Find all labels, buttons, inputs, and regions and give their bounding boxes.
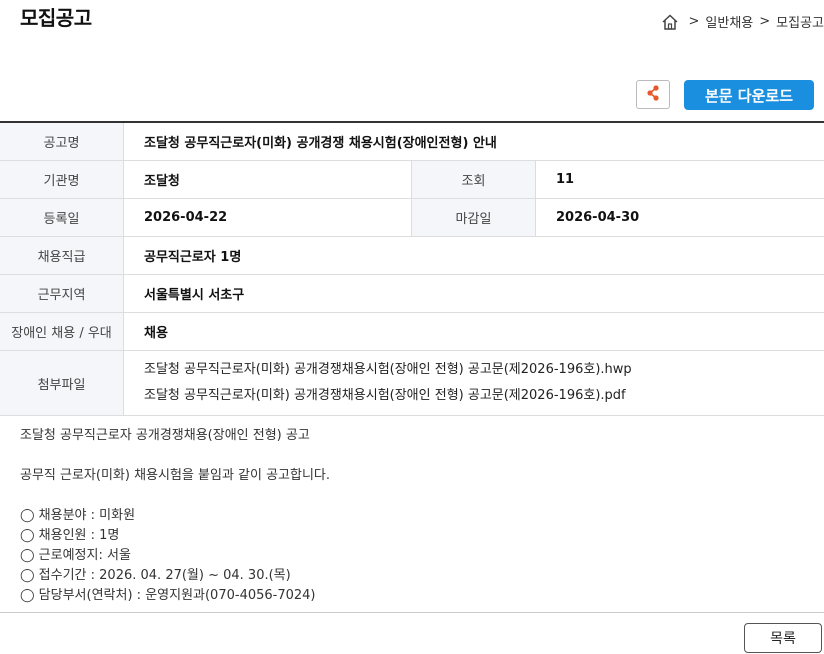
divider: [0, 612, 824, 613]
deadline-value: 2026-04-30: [535, 198, 824, 237]
body-heading: 조달청 공무직근로자 공개경쟁채용(장애인 전형) 공고: [20, 428, 310, 443]
notice-body: 조달청 공무직근로자 공개경쟁채용(장애인 전형) 공고 공무직 근로자(미화)…: [20, 426, 330, 606]
table-row: 근무지역 서울특별시 서초구: [0, 274, 824, 313]
region-value: 서울특별시 서초구: [123, 274, 824, 313]
breadcrumb-separator: >: [759, 14, 771, 29]
views-value: 11: [535, 160, 824, 199]
position-label: 채용직급: [0, 236, 124, 275]
reg-date-label: 등록일: [0, 198, 124, 237]
attachment-link-hwp[interactable]: 조달청 공무직근로자(미화) 공개경쟁채용시험(장애인 전형) 공고문(제202…: [144, 357, 824, 383]
title-value: 조달청 공무직근로자(미화) 공개경쟁 채용시험(장애인전형) 안내: [123, 122, 824, 161]
breadcrumb-item-general[interactable]: 일반채용: [705, 12, 753, 31]
position-value: 공무직근로자 1명: [123, 236, 824, 275]
body-item: ◯ 채용인원 : 1명: [20, 528, 120, 543]
breadcrumb-separator: >: [688, 14, 700, 29]
body-item: ◯ 채용분야 : 미화원: [20, 508, 136, 523]
table-row: 장애인 채용 / 우대 채용: [0, 312, 824, 351]
download-button[interactable]: 본문 다운로드: [684, 80, 814, 110]
title-label: 공고명: [0, 122, 124, 161]
body-item: ◯ 근로예정지: 서울: [20, 548, 131, 563]
body-item: ◯ 담당부서(연락처) : 운영지원과(070-4056-7024): [20, 588, 316, 603]
list-button[interactable]: 목록: [744, 623, 822, 653]
home-icon[interactable]: [661, 13, 679, 31]
body-item: ◯ 접수기간 : 2026. 04. 27(월) ~ 04. 30.(목): [20, 568, 291, 583]
region-label: 근무지역: [0, 274, 124, 313]
agency-value: 조달청: [123, 160, 412, 199]
table-row: 기관명 조달청 조회 11: [0, 160, 824, 199]
disabled-hiring-value: 채용: [123, 312, 824, 351]
attachment-link-pdf[interactable]: 조달청 공무직근로자(미화) 공개경쟁채용시험(장애인 전형) 공고문(제202…: [144, 383, 824, 409]
reg-date-value: 2026-04-22: [123, 198, 412, 237]
breadcrumb: > 일반채용 > 모집공고: [661, 12, 824, 31]
notice-info-table: 공고명 조달청 공무직근로자(미화) 공개경쟁 채용시험(장애인전형) 안내 기…: [0, 121, 824, 416]
agency-label: 기관명: [0, 160, 124, 199]
table-row: 첨부파일 조달청 공무직근로자(미화) 공개경쟁채용시험(장애인 전형) 공고문…: [0, 350, 824, 416]
page-title: 모집공고: [20, 6, 92, 30]
views-label: 조회: [411, 160, 536, 199]
share-button[interactable]: [636, 80, 670, 109]
deadline-label: 마감일: [411, 198, 536, 237]
attachments-list: 조달청 공무직근로자(미화) 공개경쟁채용시험(장애인 전형) 공고문(제202…: [123, 350, 824, 416]
body-intro: 공무직 근로자(미화) 채용시험을 붙임과 같이 공고합니다.: [20, 468, 331, 483]
share-icon: [645, 84, 661, 106]
attachments-label: 첨부파일: [0, 350, 124, 416]
table-row: 등록일 2026-04-22 마감일 2026-04-30: [0, 198, 824, 237]
disabled-hiring-label: 장애인 채용 / 우대: [0, 312, 124, 351]
breadcrumb-item-notice[interactable]: 모집공고: [776, 12, 824, 31]
table-row: 공고명 조달청 공무직근로자(미화) 공개경쟁 채용시험(장애인전형) 안내: [0, 122, 824, 161]
table-row: 채용직급 공무직근로자 1명: [0, 236, 824, 275]
